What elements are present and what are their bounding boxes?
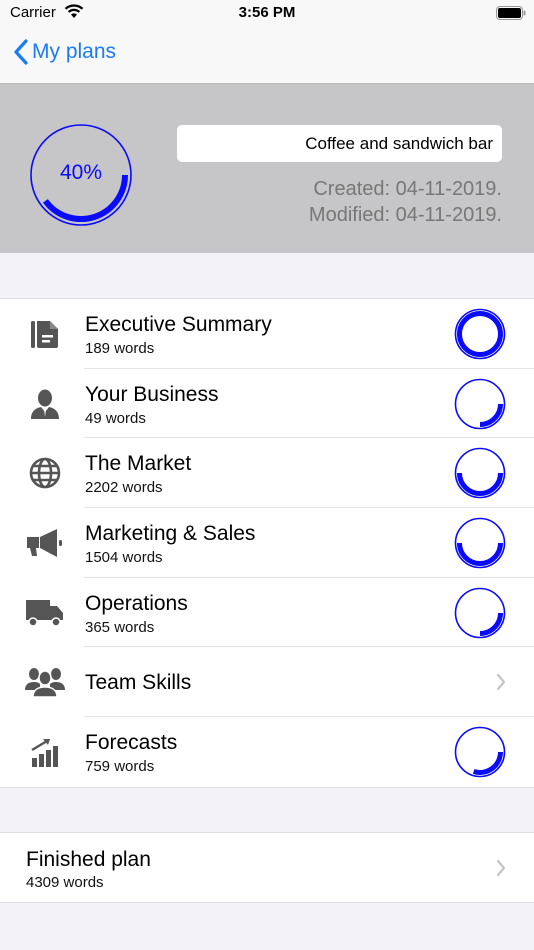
chevron-right-icon (496, 859, 506, 877)
section-title: Operations (85, 591, 188, 615)
section-row-operations[interactable]: Operations 365 words (0, 578, 534, 648)
section-row-marketing-sales[interactable]: Marketing & Sales 1504 words (0, 508, 534, 578)
section-row-executive-summary[interactable]: Executive Summary 189 words (0, 299, 534, 369)
ring-outline (454, 378, 506, 429)
section-word-count: 2202 words (85, 479, 163, 497)
back-label: My plans (32, 40, 117, 63)
section-title: The Market (85, 452, 192, 476)
created-date: Created: 04-11-2019. (313, 178, 502, 200)
section-progress-ring (454, 448, 506, 499)
ring-progress-arc (457, 473, 503, 497)
section-progress-ring (454, 308, 506, 360)
section-progress-ring (454, 587, 506, 639)
plan-dates: Created: 04-11-2019. Modified: 04-11-201… (309, 176, 502, 228)
finished-plan-word-count: 4309 words (26, 874, 104, 891)
ring-progress-arc (457, 311, 503, 357)
modified-date: Modified: 04-11-2019. (308, 204, 502, 226)
section-word-count: 49 words (85, 409, 146, 427)
section-word-count: 1504 words (85, 549, 163, 567)
section-title: Forecasts (85, 731, 178, 755)
ring-outline (454, 517, 506, 569)
ring-outline (454, 308, 506, 360)
section-word-count: 189 words (85, 340, 155, 357)
section-title: Marketing & Sales (85, 522, 256, 546)
section-word-count: 759 words (85, 758, 155, 776)
sections-list: Executive Summary 189 words Your Busines… (0, 298, 534, 788)
status-time: 3:56 PM (238, 4, 296, 21)
battery-icon (496, 6, 526, 25)
ring-outline (454, 587, 506, 639)
section-row-forecasts[interactable]: Forecasts 759 words (0, 717, 534, 787)
section-row-the-market[interactable]: The Market 2202 words (0, 438, 534, 509)
globe-icon (24, 455, 66, 491)
section-progress-ring (454, 378, 506, 429)
finished-plan-row[interactable]: Finished plan 4309 words (0, 832, 534, 903)
chart-growth-icon (24, 734, 66, 770)
section-title: Team Skills (85, 671, 192, 695)
ring-outline (454, 448, 506, 499)
team-icon (24, 664, 66, 700)
chevron-left-icon (14, 39, 28, 65)
section-row-team-skills[interactable]: Team Skills (0, 647, 534, 718)
back-button[interactable]: My plans (14, 39, 116, 65)
section-progress-ring (454, 726, 506, 778)
section-title: Executive Summary (85, 313, 272, 336)
plan-name-input[interactable] (177, 125, 502, 162)
status-bar: Carrier 3:56 PM (0, 0, 534, 27)
section-row-your-business[interactable]: Your Business 49 words (0, 369, 534, 439)
navigation-bar: My plans (0, 27, 534, 84)
truck-icon (24, 595, 66, 631)
plan-progress-label: 40% (59, 161, 103, 184)
section-title: Your Business (85, 382, 219, 406)
document-icon (24, 316, 66, 352)
finished-plan-title: Finished plan (26, 848, 151, 871)
megaphone-icon (24, 525, 66, 561)
person-icon (24, 386, 66, 422)
section-progress-ring (454, 517, 506, 569)
ring-progress-arc (457, 542, 503, 567)
section-word-count: 365 words (85, 618, 155, 636)
chevron-right-icon (496, 674, 506, 691)
ring-outline (454, 726, 506, 778)
